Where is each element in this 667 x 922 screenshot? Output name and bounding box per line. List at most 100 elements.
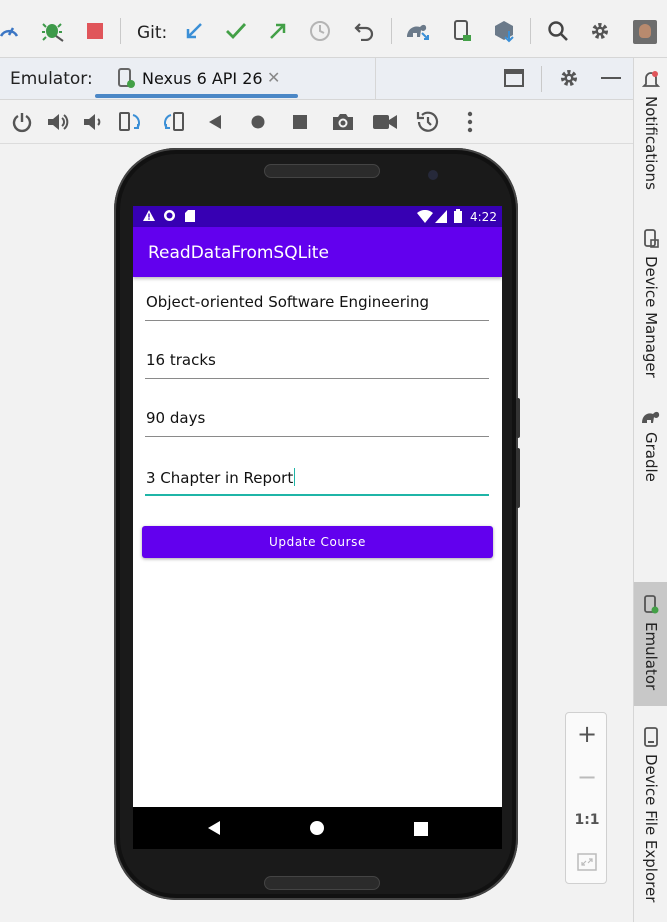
device-screen: 4:22 ReadDataFromSQLite Object-oriented … [133, 206, 502, 849]
nav-home-icon[interactable] [309, 820, 325, 836]
top-speaker [264, 164, 380, 178]
emulator-icon [644, 595, 659, 614]
sync-icon [163, 209, 176, 225]
field-underline-focused [145, 494, 489, 496]
tool-notifications[interactable]: Notifications [634, 70, 667, 190]
gradle-icon [642, 411, 660, 423]
history-icon[interactable] [307, 18, 333, 44]
bottom-speaker [264, 876, 380, 890]
stop-icon[interactable] [82, 18, 108, 44]
tab-label: Nexus 6 API 26 [142, 69, 263, 88]
field-underline [145, 378, 489, 379]
toolbar-separator [530, 18, 531, 44]
settings-icon[interactable] [558, 67, 580, 93]
profiler-icon[interactable] [0, 18, 22, 44]
screen-record-icon[interactable] [372, 109, 398, 135]
toolbar-separator [120, 18, 121, 44]
field-underline [145, 436, 489, 437]
git-commit-icon[interactable] [223, 18, 249, 44]
emulator-tab-bar: Emulator: Nexus 6 API 26 ✕ [0, 58, 633, 100]
app-bar: ReadDataFromSQLite [133, 227, 502, 277]
git-label: Git: [137, 23, 168, 43]
text-cursor [294, 468, 296, 486]
user-avatar[interactable] [633, 20, 657, 44]
fit-screen-icon [577, 853, 597, 871]
nav-overview-icon[interactable] [414, 821, 430, 837]
tool-device-manager[interactable]: Device Manager [634, 228, 667, 378]
tool-gradle[interactable]: Gradle [634, 408, 667, 482]
device-icon [116, 67, 136, 93]
course-name-field[interactable]: Object-oriented Software Engineering [145, 281, 489, 321]
gradle-sync-icon[interactable] [404, 18, 430, 44]
tool-device-file-explorer[interactable]: Device File Explorer [634, 726, 667, 902]
battery-icon [454, 209, 462, 226]
nav-back-icon[interactable] [206, 820, 222, 836]
course-description-value: 3 Chapter in Report [146, 469, 294, 487]
fit-screen-button[interactable] [566, 841, 608, 883]
wifi-icon [417, 209, 433, 226]
android-status-bar: 4:22 [133, 206, 502, 227]
maximize-icon[interactable] [503, 68, 525, 92]
search-icon[interactable] [545, 18, 571, 44]
course-description-field[interactable]: 3 Chapter in Report [145, 456, 489, 496]
overview-icon[interactable] [287, 109, 313, 135]
tool-label: Emulator [642, 622, 660, 691]
more-options-icon[interactable] [457, 109, 483, 135]
zoom-in-button[interactable]: + [566, 713, 608, 755]
emulator-controls [0, 100, 633, 144]
volume-down-icon[interactable] [80, 109, 106, 135]
rotate-left-icon[interactable] [117, 109, 143, 135]
device-file-explorer-icon [644, 727, 658, 747]
field-underline [145, 320, 489, 321]
sdk-manager-icon[interactable] [491, 18, 517, 44]
course-tracks-value: 16 tracks [146, 351, 216, 369]
close-icon[interactable]: ✕ [267, 68, 280, 87]
active-tab-indicator [95, 94, 298, 98]
toolbar-separator [391, 18, 392, 44]
attach-debugger-icon[interactable] [40, 18, 66, 44]
snapshot-icon[interactable] [415, 109, 441, 135]
course-description-text: 3 Chapter in Report [146, 468, 296, 487]
right-tool-strip: Notifications Device Manager Gradle Emul… [633, 58, 667, 922]
actual-size-button[interactable]: 1:1 [566, 799, 608, 841]
bell-icon [642, 71, 660, 87]
git-push-icon[interactable] [265, 18, 291, 44]
device-side-button [516, 398, 520, 438]
tab-separator [375, 58, 376, 100]
home-icon[interactable] [245, 109, 271, 135]
tool-label: Device File Explorer [642, 754, 660, 903]
update-course-button[interactable]: Update Course [142, 526, 493, 558]
front-camera [428, 170, 438, 180]
warning-icon [142, 209, 156, 225]
device-manager-icon [644, 229, 659, 248]
minimize-icon[interactable] [601, 77, 621, 79]
course-tracks-field[interactable]: 16 tracks [145, 339, 489, 379]
zoom-out-button[interactable]: − [566, 756, 608, 798]
device-side-button [516, 448, 520, 508]
tool-label: Device Manager [642, 256, 660, 378]
screenshot-icon[interactable] [330, 109, 356, 135]
settings-icon[interactable] [587, 18, 613, 44]
signal-icon [435, 210, 447, 226]
course-duration-value: 90 days [146, 409, 206, 427]
status-time: 4:22 [470, 210, 497, 224]
course-duration-field[interactable]: 90 days [145, 397, 489, 437]
rotate-right-icon[interactable] [161, 109, 187, 135]
volume-up-icon[interactable] [45, 109, 71, 135]
back-icon[interactable] [202, 109, 228, 135]
toolbar-separator [541, 66, 542, 92]
tab-nexus-6[interactable]: Nexus 6 API 26 ✕ [95, 58, 298, 100]
tool-label: Notifications [642, 96, 660, 190]
git-update-icon[interactable] [181, 18, 207, 44]
course-name-value: Object-oriented Software Engineering [146, 293, 430, 311]
sd-card-icon [185, 210, 195, 225]
zoom-controls: + − 1:1 [565, 712, 607, 884]
rollback-icon[interactable] [351, 18, 377, 44]
device-manager-icon[interactable] [449, 18, 475, 44]
app-title: ReadDataFromSQLite [148, 243, 329, 263]
power-icon[interactable] [9, 109, 35, 135]
android-nav-bar [133, 807, 502, 849]
tool-emulator[interactable]: Emulator [634, 582, 667, 706]
tool-label: Gradle [642, 432, 660, 482]
emulator-label: Emulator: [10, 69, 93, 89]
